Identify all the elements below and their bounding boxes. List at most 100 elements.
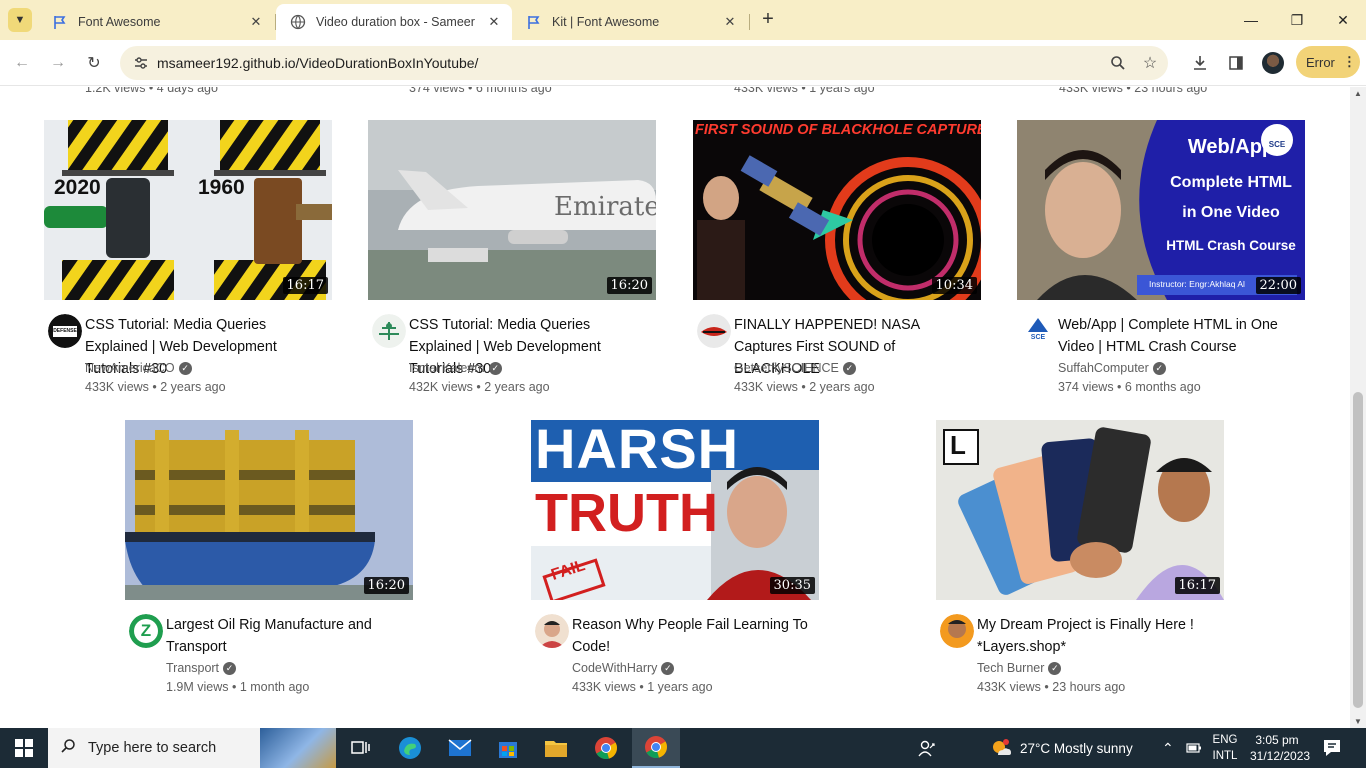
- clock-time: 3:05 pm: [1255, 733, 1299, 747]
- profile-avatar[interactable]: [1262, 52, 1284, 74]
- new-tab-button[interactable]: +: [758, 9, 778, 29]
- duration-badge: 16:20: [363, 577, 409, 594]
- channel-name[interactable]: Transport ✓: [166, 661, 237, 675]
- scroll-up-arrow-icon[interactable]: ▲: [1354, 89, 1362, 98]
- video-thumbnail[interactable]: FIRST SOUND OF BLACKHOLE CAPTURED! 10:34: [693, 120, 981, 300]
- channel-avatar[interactable]: [697, 314, 731, 348]
- task-view-icon[interactable]: [336, 728, 384, 768]
- minimize-button[interactable]: —: [1228, 8, 1274, 32]
- profile-error-button[interactable]: Error ⋮: [1296, 46, 1360, 78]
- video-card[interactable]: 2020 1960 16:17 DEFENSE CSS Tutorial: Me…: [44, 120, 332, 394]
- video-card[interactable]: FIRST SOUND OF BLACKHOLE CAPTURED! 10:34…: [693, 120, 981, 394]
- channel-name[interactable]: CodeWithHarry ✓: [572, 661, 675, 675]
- reload-button[interactable]: ↻: [82, 51, 106, 75]
- error-label: Error: [1306, 54, 1335, 70]
- video-thumbnail[interactable]: 2020 1960 16:17: [44, 120, 332, 300]
- windows-taskbar: Type here to search 27°C Mostly sunny ⌃ …: [0, 728, 1366, 768]
- close-icon[interactable]: ✕: [722, 14, 738, 30]
- channel-avatar[interactable]: [940, 614, 974, 648]
- edge-browser-icon[interactable]: [386, 728, 434, 768]
- tab-search-button[interactable]: ▼: [8, 8, 32, 32]
- scroll-thumb[interactable]: [1353, 392, 1363, 708]
- page-scrollbar[interactable]: ▲ ▼: [1350, 87, 1366, 728]
- flag-icon: [526, 14, 542, 30]
- channel-name[interactable]: Ismal Kaleem ✓: [409, 361, 502, 375]
- channel-name[interactable]: SuffahComputer ✓: [1058, 361, 1166, 375]
- channel-avatar[interactable]: SCE: [1021, 314, 1055, 348]
- video-meta: 433K views • 2 years ago: [734, 380, 875, 394]
- video-title[interactable]: My Dream Project is Finally Here ! *Laye…: [977, 614, 1222, 658]
- chevron-down-icon: ▼: [14, 14, 26, 26]
- tray-overflow-chevron-icon[interactable]: ⌃: [1162, 728, 1174, 768]
- channel-name[interactable]: Tech Burner ✓: [977, 661, 1062, 675]
- thumbnail-text: L: [950, 430, 966, 460]
- search-icon[interactable]: [1108, 53, 1128, 73]
- download-icon[interactable]: [1188, 51, 1212, 75]
- system-clock[interactable]: 3:05 pm 31/12/2023: [1250, 732, 1310, 764]
- forward-button[interactable]: →: [46, 51, 70, 75]
- thumbnail-text: HARSH: [535, 420, 740, 480]
- chrome-icon[interactable]: [582, 728, 630, 768]
- browser-toolbar: ← → ↻ msameer192.github.io/VideoDuration…: [0, 40, 1366, 86]
- thumbnail-text: SCE: [1268, 140, 1286, 149]
- file-explorer-icon[interactable]: [532, 728, 580, 768]
- notification-center-icon[interactable]: [1320, 737, 1344, 759]
- address-bar[interactable]: msameer192.github.io/VideoDurationBoxInY…: [120, 46, 1168, 80]
- start-button[interactable]: [0, 728, 48, 768]
- video-meta: 1.9M views • 1 month ago: [166, 680, 310, 694]
- tab-video-duration[interactable]: Video duration box - Sameer ✕: [276, 4, 512, 40]
- tab-font-awesome[interactable]: Font Awesome ✕: [38, 4, 274, 40]
- battery-icon[interactable]: [1186, 728, 1202, 768]
- video-card[interactable]: Emirates 16:20 CSS Tutorial: Media Queri…: [368, 120, 656, 394]
- verified-icon: ✓: [842, 361, 856, 375]
- avatar-text: SCE: [1030, 334, 1046, 341]
- video-title[interactable]: Reason Why People Fail Learning To Code!: [572, 614, 817, 658]
- avatar-text: DEFENSE: [53, 328, 77, 334]
- close-icon[interactable]: ✕: [486, 14, 502, 30]
- taskbar-search-box[interactable]: Type here to search: [48, 728, 336, 768]
- side-panel-icon[interactable]: [1224, 51, 1248, 75]
- thumbnail-text: HTML Crash Course: [1166, 238, 1296, 253]
- mail-icon[interactable]: [436, 728, 484, 768]
- video-card[interactable]: L 16:17 My Dream Project is Finally Here…: [936, 420, 1224, 694]
- chrome-active-window-icon[interactable]: [632, 728, 680, 768]
- restore-button[interactable]: ❐: [1274, 8, 1320, 32]
- weather-widget[interactable]: 27°C Mostly sunny: [990, 728, 1133, 768]
- scroll-down-arrow-icon[interactable]: ▼: [1354, 717, 1362, 726]
- thumbnail-text: in One Video: [1182, 204, 1280, 221]
- channel-name[interactable]: NewAmericaCO ✓: [85, 361, 192, 375]
- tab-strip: ▼ Font Awesome ✕ Video duration box - Sa…: [0, 0, 1366, 40]
- channel-avatar[interactable]: [372, 314, 406, 348]
- language-indicator[interactable]: ENG INTL: [1208, 732, 1242, 764]
- verified-icon: ✓: [488, 361, 502, 375]
- channel-avatar[interactable]: Z: [129, 614, 163, 648]
- channel-label: SuffahComputer: [1058, 361, 1149, 375]
- channel-avatar[interactable]: [535, 614, 569, 648]
- channel-avatar[interactable]: DEFENSE: [48, 314, 82, 348]
- video-card[interactable]: Web/App Complete HTML in One Video HTML …: [1017, 120, 1305, 394]
- video-thumbnail[interactable]: L 16:17: [936, 420, 1224, 600]
- more-menu-icon[interactable]: ⋮: [1343, 54, 1356, 70]
- bookmark-star-icon[interactable]: ☆: [1140, 53, 1160, 73]
- store-icon[interactable]: [484, 728, 532, 768]
- window-close-button[interactable]: ✕: [1320, 8, 1366, 32]
- video-thumbnail[interactable]: Web/App Complete HTML in One Video HTML …: [1017, 120, 1305, 300]
- video-title[interactable]: Largest Oil Rig Manufacture and Transpor…: [166, 614, 411, 658]
- site-settings-icon[interactable]: [132, 54, 150, 72]
- back-button[interactable]: ←: [10, 51, 34, 75]
- video-thumbnail[interactable]: Emirates 16:20: [368, 120, 656, 300]
- video-card[interactable]: HARSH TRUTH FAIL 30:35 Reason Why People…: [531, 420, 819, 694]
- video-meta: 433K views • 1 years ago: [572, 680, 713, 694]
- video-title[interactable]: Web/App | Complete HTML in One Video | H…: [1058, 314, 1303, 358]
- search-icon: [48, 738, 88, 759]
- people-icon[interactable]: [918, 728, 936, 768]
- video-thumbnail[interactable]: HARSH TRUTH FAIL 30:35: [531, 420, 819, 600]
- windows-logo-icon: [15, 739, 33, 757]
- video-thumbnail[interactable]: 16:20: [125, 420, 413, 600]
- verified-icon: ✓: [1152, 361, 1166, 375]
- video-card[interactable]: 16:20 Z Largest Oil Rig Manufacture and …: [125, 420, 413, 694]
- video-meta: 433K views • 2 years ago: [85, 380, 226, 394]
- close-icon[interactable]: ✕: [248, 14, 264, 30]
- tab-kit-font-awesome[interactable]: Kit | Font Awesome ✕: [512, 4, 748, 40]
- channel-name[interactable]: GetsetflySCIENCE ✓: [734, 361, 856, 375]
